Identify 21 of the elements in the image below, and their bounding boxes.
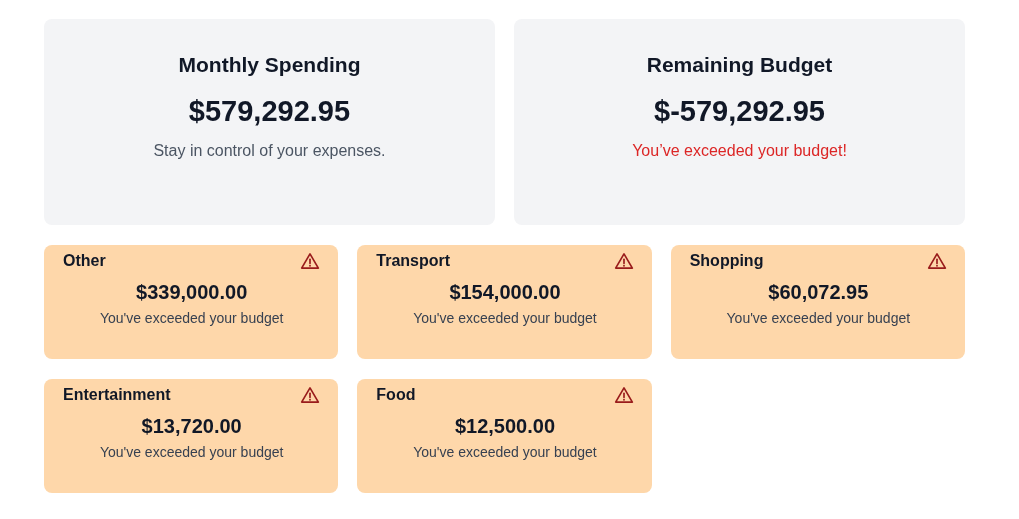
card-title: Remaining Budget <box>646 52 833 78</box>
amount: $12,500.00 <box>454 415 556 438</box>
card-title: Monthly Spending <box>178 52 361 78</box>
category-name: Shopping <box>689 251 764 271</box>
category-name: Food <box>376 385 416 405</box>
amount: $339,000.00 <box>136 281 248 304</box>
amount: $13,720.00 <box>141 415 242 438</box>
status-message: You've exceeded your budget <box>99 310 284 326</box>
amount: $154,000.00 <box>449 281 561 304</box>
category-name: Other <box>63 251 106 271</box>
warning-message: You’ve exceeded your budget! <box>632 142 847 160</box>
tagline: Stay in control of your expenses. <box>153 142 386 160</box>
amount: $579,292.95 <box>188 94 351 128</box>
status-message: You've exceeded your budget <box>99 444 284 460</box>
status-message: You've exceeded your budget <box>726 310 911 326</box>
category-name: Transport <box>376 251 451 271</box>
category-name: Entertainment <box>63 385 171 405</box>
amount: $-579,292.95 <box>654 94 825 128</box>
amount: $60,072.95 <box>768 281 869 304</box>
status-message: You've exceeded your budget <box>413 444 597 460</box>
status-message: You've exceeded your budget <box>413 310 597 326</box>
